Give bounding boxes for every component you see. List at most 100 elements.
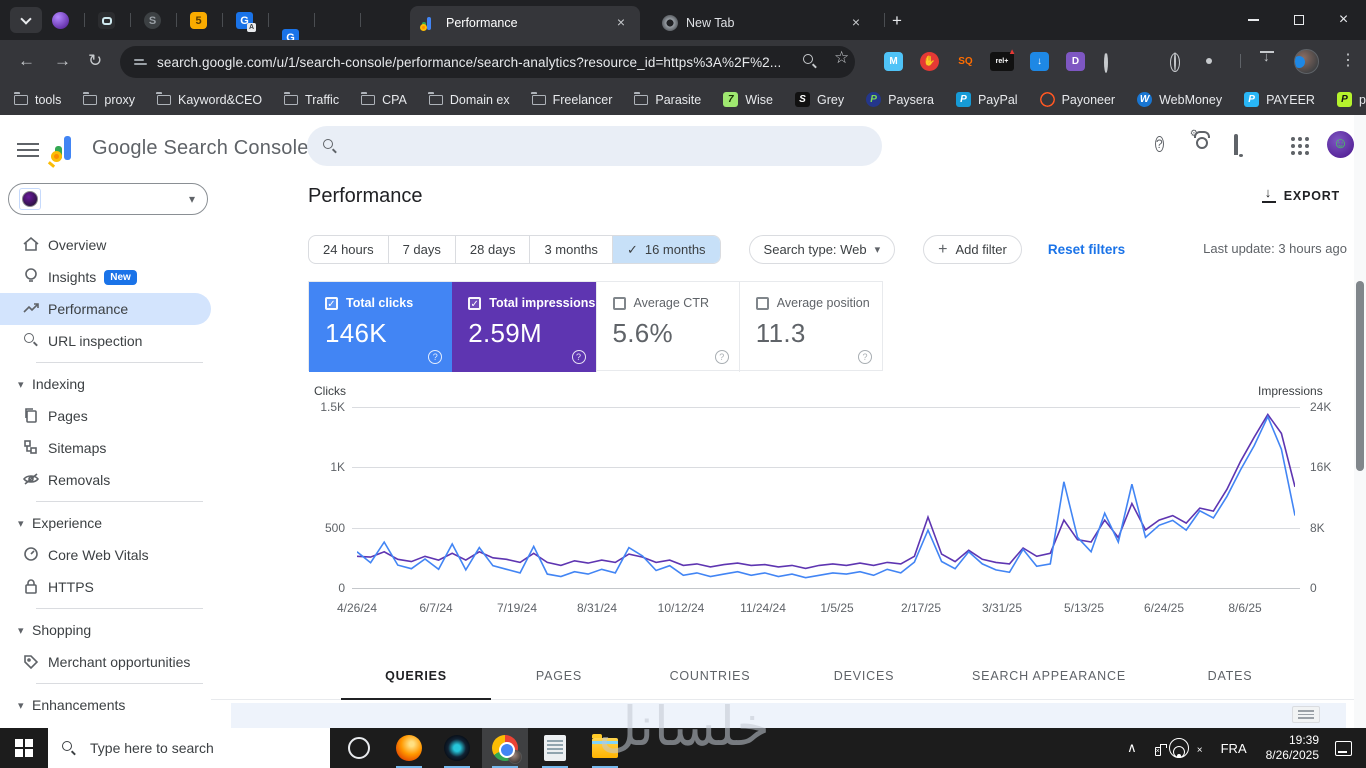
- sidebar-item-url-inspection[interactable]: URL inspection: [0, 325, 211, 357]
- card-total-clicks[interactable]: ✓ Total clicks 146K ?: [309, 282, 453, 372]
- taskbar-clock[interactable]: 19:39 8/26/2025: [1266, 733, 1319, 763]
- close-tab-icon[interactable]: ×: [612, 14, 630, 32]
- checkbox-checked-icon[interactable]: ✓: [325, 296, 338, 310]
- checkbox-empty-icon[interactable]: [755, 296, 769, 310]
- extension-downloader-icon[interactable]: ↓: [1030, 52, 1049, 71]
- tab-search-appearance[interactable]: SEARCH APPEARANCE: [972, 669, 1126, 683]
- card-average-position[interactable]: Average position 11.3 ?: [738, 282, 882, 372]
- address-bar[interactable]: search.google.com/u/1/search-console/per…: [120, 46, 855, 78]
- help-icon[interactable]: ?: [571, 350, 586, 364]
- usb-device-icon[interactable]: ×: [1154, 741, 1161, 756]
- bookmark-payoneer[interactable]: Payoneer: [1039, 92, 1115, 107]
- gsc-search-bar[interactable]: [307, 126, 882, 166]
- url-text[interactable]: search.google.com/u/1/search-console/per…: [157, 55, 781, 70]
- tab-performance[interactable]: Performance ×: [410, 6, 640, 40]
- sidebar-item-sitemaps[interactable]: Sitemaps: [0, 432, 211, 464]
- bookmark-paxful[interactable]: Ppaxful: [1336, 92, 1366, 107]
- checkbox-checked-icon[interactable]: ✓: [468, 296, 482, 310]
- google-apps-grid-icon[interactable]: [1291, 137, 1309, 155]
- bookmark-folder-proxy[interactable]: proxy: [82, 91, 135, 107]
- reset-filters-link[interactable]: Reset filters: [1048, 242, 1125, 257]
- tab-search-button[interactable]: [10, 7, 42, 33]
- help-icon[interactable]: ?: [428, 350, 443, 364]
- zoom-icon[interactable]: [803, 54, 817, 73]
- taskbar-dark-app[interactable]: [434, 728, 480, 768]
- page-scrollbar[interactable]: [1354, 115, 1366, 728]
- reload-button[interactable]: ↻: [88, 50, 102, 72]
- sidebar-item-https[interactable]: HTTPS: [0, 571, 211, 603]
- sidebar-item-insights[interactable]: Insights New: [0, 261, 211, 293]
- volume-muted-icon[interactable]: ×: [1197, 741, 1203, 756]
- profile-avatar[interactable]: [1294, 49, 1319, 74]
- tray-chevron-up-icon[interactable]: ∧: [1127, 740, 1137, 756]
- tab-pages[interactable]: PAGES: [536, 669, 582, 683]
- sidebar-item-overview[interactable]: Overview: [0, 229, 211, 261]
- bookmark-folder-traffic[interactable]: Traffic: [283, 91, 339, 107]
- sidebar-item-removals[interactable]: Removals: [0, 464, 211, 496]
- site-settings-icon[interactable]: [134, 57, 147, 67]
- help-icon[interactable]: ?: [858, 350, 872, 364]
- taskbar-firefox[interactable]: [386, 728, 432, 768]
- sync-extension-icon[interactable]: [1104, 52, 1108, 73]
- performance-chart[interactable]: [357, 404, 1295, 594]
- pinned-tab-s-icon[interactable]: S: [144, 12, 161, 29]
- bookmark-folder-freelancer[interactable]: Freelancer: [531, 91, 612, 107]
- bookmark-folder-cpa[interactable]: CPA: [360, 91, 407, 107]
- close-window-button[interactable]: ×: [1321, 0, 1366, 40]
- taskbar-explorer[interactable]: [582, 728, 628, 768]
- close-tab-icon[interactable]: ×: [847, 14, 865, 32]
- range-28-days[interactable]: 28 days: [456, 236, 531, 263]
- new-tab-button[interactable]: +: [892, 11, 902, 31]
- bookmark-star-icon[interactable]: ☆: [834, 48, 849, 68]
- scroll-lines-widget[interactable]: [1292, 706, 1320, 723]
- range-7-days[interactable]: 7 days: [389, 236, 456, 263]
- search-type-dropdown[interactable]: Search type: Web ▾: [748, 235, 896, 264]
- maximize-button[interactable]: [1276, 0, 1321, 40]
- tab-new-tab[interactable]: New Tab ×: [650, 6, 875, 40]
- sidebar-item-merchant-opportunities[interactable]: Merchant opportunities: [0, 646, 211, 678]
- action-center-icon[interactable]: [1335, 740, 1352, 756]
- help-icon[interactable]: ?: [1155, 135, 1164, 153]
- range-3-months[interactable]: 3 months: [530, 236, 613, 263]
- extension-blocker-icon[interactable]: ✋: [920, 52, 939, 71]
- tab-devices[interactable]: DEVICES: [834, 669, 894, 683]
- minimize-button[interactable]: [1231, 0, 1276, 40]
- range-16-months-selected[interactable]: ✓ 16 months: [612, 236, 720, 263]
- extension-m-icon[interactable]: M: [884, 52, 903, 71]
- tab-countries[interactable]: COUNTRIES: [670, 669, 751, 683]
- language-indicator[interactable]: FRA: [1221, 741, 1247, 756]
- taskbar-notepad[interactable]: [532, 728, 578, 768]
- sidebar-section-enhancements[interactable]: ▾ Enhancements: [0, 689, 211, 721]
- start-button[interactable]: [0, 728, 48, 768]
- taskbar-chrome-active[interactable]: [482, 728, 528, 768]
- sidebar-item-performance[interactable]: Performance: [0, 293, 211, 325]
- sidebar-section-indexing[interactable]: ▾ Indexing: [0, 368, 211, 400]
- bookmark-folder-parasite[interactable]: Parasite: [633, 91, 701, 107]
- globe-icon[interactable]: [1174, 52, 1176, 71]
- tab-queries[interactable]: QUERIES: [385, 669, 447, 683]
- card-total-impressions[interactable]: ✓ Total impressions 2.59M ?: [452, 282, 596, 372]
- bookmark-folder-tools[interactable]: tools: [13, 91, 61, 107]
- notifications-bell-icon[interactable]: [1234, 134, 1238, 155]
- pinned-tab-purple-icon[interactable]: [52, 12, 69, 29]
- back-button[interactable]: ←: [18, 50, 35, 72]
- help-icon[interactable]: ?: [714, 350, 729, 364]
- extension-relplus-icon[interactable]: rel+ ▲: [990, 47, 1016, 71]
- property-selector[interactable]: ▾: [8, 183, 208, 215]
- pinned-tab-app-icon[interactable]: [98, 12, 115, 29]
- sidebar-section-shopping[interactable]: ▾ Shopping: [0, 614, 211, 646]
- taskbar-search-box[interactable]: Type here to search: [48, 728, 330, 768]
- bookmark-paysera[interactable]: P Paysera: [866, 92, 934, 107]
- bookmark-webmoney[interactable]: W WebMoney: [1137, 92, 1222, 107]
- pinned-tab-translate-icon[interactable]: GA: [236, 12, 256, 32]
- tab-dates[interactable]: DATES: [1208, 669, 1253, 683]
- account-avatar[interactable]: ☺: [1327, 131, 1354, 158]
- sidebar-item-core-web-vitals[interactable]: Core Web Vitals: [0, 539, 211, 571]
- card-average-ctr[interactable]: Average CTR 5.6% ?: [595, 282, 739, 372]
- bookmark-folder-kayword[interactable]: Kayword&CEO: [156, 91, 262, 107]
- bookmark-grey[interactable]: S Grey: [795, 92, 844, 107]
- gsc-search-input[interactable]: [349, 138, 829, 154]
- scrollbar-thumb[interactable]: [1356, 281, 1364, 471]
- bookmark-paypal[interactable]: P PayPal: [955, 92, 1018, 107]
- extension-d-icon[interactable]: D: [1066, 52, 1085, 71]
